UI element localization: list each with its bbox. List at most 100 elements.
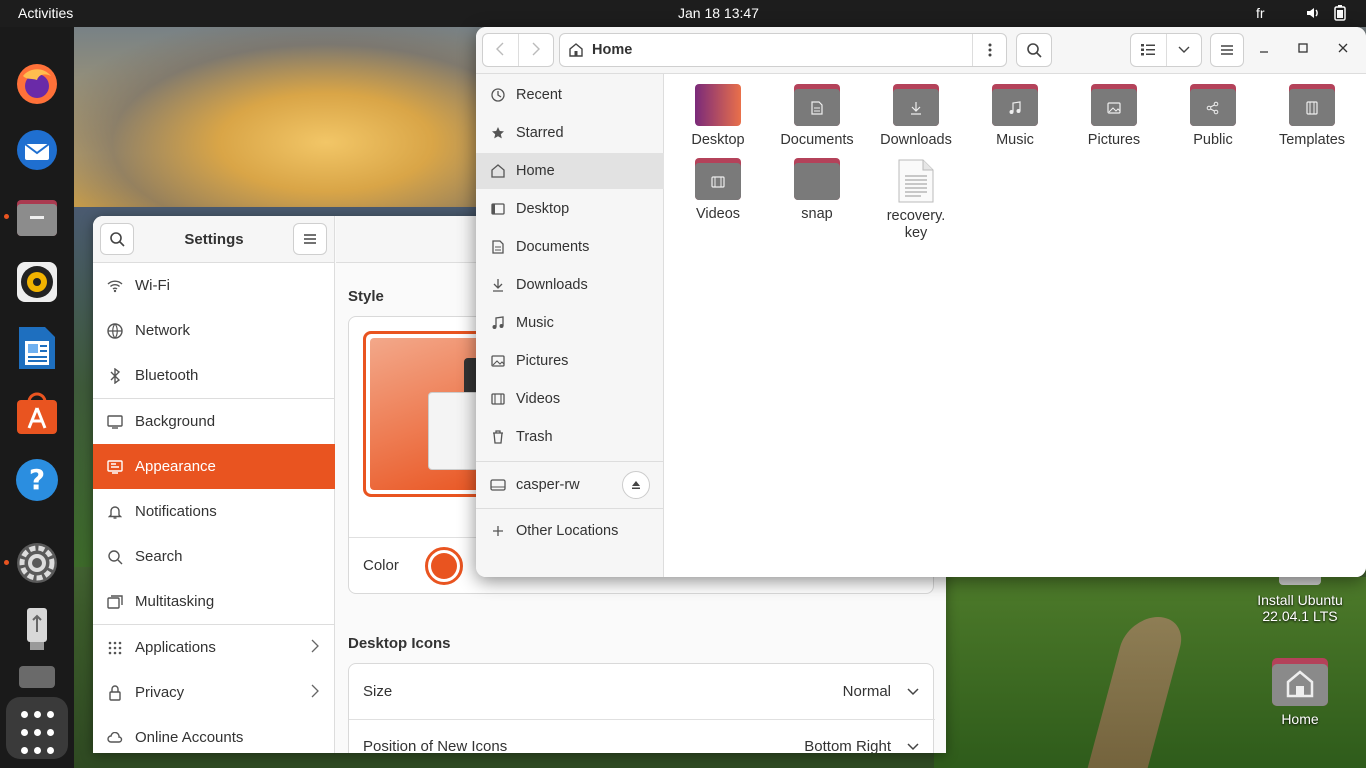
sidebar-item-multitasking[interactable]: Multitasking (93, 579, 335, 624)
clock[interactable]: Jan 18 13:47 (678, 5, 759, 21)
folder-icon (794, 158, 840, 200)
files-menu-button[interactable] (1210, 33, 1244, 67)
video-icon (490, 392, 506, 406)
settings-icon[interactable] (13, 539, 61, 587)
sidebar-item-other-locations[interactable]: Other Locations (476, 513, 664, 549)
folder-item-snap[interactable]: snap (769, 158, 865, 222)
chevron-down-icon (907, 743, 919, 751)
rhythmbox-icon[interactable] (13, 258, 61, 306)
wallpaper-clouds (74, 27, 494, 237)
sidebar-item-downloads[interactable]: Downloads (476, 267, 664, 303)
star-icon (490, 126, 506, 140)
sidebar-item-label: Pictures (516, 353, 569, 369)
activities-button[interactable]: Activities (18, 5, 73, 21)
help-icon[interactable]: ? (13, 456, 61, 504)
volume-icon[interactable] (1305, 5, 1321, 24)
size-row[interactable]: Size Normal (349, 664, 935, 719)
sidebar-item-network[interactable]: Network (93, 308, 335, 353)
files-icon[interactable] (13, 192, 61, 240)
public-folder-icon (1190, 84, 1236, 126)
close-button[interactable] (1337, 41, 1349, 58)
sidebar-item-appearance[interactable]: Appearance (93, 444, 335, 489)
sidebar-item-online-accounts[interactable]: Online Accounts (93, 715, 335, 753)
sidebar-item-casper-rw[interactable]: casper-rw (476, 466, 664, 504)
view-options-button[interactable] (1166, 46, 1201, 54)
sidebar-item-label: Documents (516, 239, 590, 255)
folder-item-videos[interactable]: Videos (670, 158, 766, 222)
firefox-icon[interactable] (13, 60, 61, 108)
folder-item-desktop[interactable]: Desktop (670, 84, 766, 148)
top-bar: Activities Jan 18 13:47 fr (0, 0, 1366, 27)
sidebar-item-pictures[interactable]: Pictures (476, 343, 664, 379)
minimize-button[interactable] (1258, 41, 1270, 58)
multitasking-icon (107, 594, 123, 609)
desktop-icon (490, 202, 506, 216)
list-view-button[interactable] (1131, 44, 1166, 56)
sidebar-item-recent[interactable]: Recent (476, 77, 664, 113)
sidebar-item-applications[interactable]: Applications (93, 625, 335, 670)
file-label: recovery. key (868, 208, 964, 242)
apps-icon (107, 641, 123, 655)
folder-item-music[interactable]: Music (967, 84, 1063, 148)
sidebar-item-notifications[interactable]: Notifications (93, 489, 335, 534)
sidebar-item-music[interactable]: Music (476, 305, 664, 341)
accent-orange-option[interactable] (425, 547, 463, 585)
sidebar-item-label: Background (135, 413, 216, 430)
sidebar-item-label: Starred (516, 125, 564, 141)
folder-item-downloads[interactable]: Downloads (868, 84, 964, 148)
position-row[interactable]: Position of New Icons Bottom Right (349, 720, 935, 753)
sidebar-item-bluetooth[interactable]: Bluetooth (93, 353, 335, 398)
eject-icon (632, 481, 640, 489)
sidebar-item-privacy[interactable]: Privacy (93, 670, 335, 715)
thunderbird-icon[interactable] (13, 126, 61, 174)
drive-icon[interactable] (13, 662, 61, 692)
folder-label: Public (1193, 132, 1233, 148)
sidebar-item-trash[interactable]: Trash (476, 419, 664, 455)
install-ubuntu-label-line2: 22.04.1 LTS (1262, 608, 1338, 624)
sidebar-item-background[interactable]: Background (93, 399, 335, 444)
path-menu-button[interactable] (972, 34, 1006, 66)
settings-sidebar-header: Settings (93, 216, 334, 263)
maximize-button[interactable] (1297, 41, 1309, 58)
sidebar-item-desktop[interactable]: Desktop (476, 191, 664, 227)
nav-buttons (482, 33, 554, 67)
battery-icon[interactable] (1334, 5, 1346, 24)
forward-button[interactable] (518, 42, 553, 59)
music-icon (490, 316, 506, 330)
background-icon (107, 414, 123, 429)
settings-menu-button[interactable] (293, 223, 327, 255)
position-value: Bottom Right (804, 738, 891, 753)
usb-drive-icon[interactable] (13, 605, 61, 653)
home-desktop-icon[interactable]: Home (1256, 656, 1344, 727)
software-icon[interactable] (13, 390, 61, 438)
wifi-icon (107, 279, 123, 293)
show-applications-button[interactable] (6, 697, 68, 759)
folder-item-documents[interactable]: Documents (769, 84, 865, 148)
chevron-right-icon (311, 684, 319, 702)
documents-folder-icon (794, 84, 840, 126)
path-bar[interactable]: Home (559, 33, 1007, 67)
search-icon (1027, 43, 1042, 58)
dock: ? (0, 27, 74, 768)
folder-item-public[interactable]: Public (1165, 84, 1261, 148)
accent-swatch (431, 553, 457, 579)
sidebar-item-videos[interactable]: Videos (476, 381, 664, 417)
back-button[interactable] (483, 42, 518, 59)
folder-item-pictures[interactable]: Pictures (1066, 84, 1162, 148)
sidebar-item-home[interactable]: Home (476, 153, 664, 189)
sidebar-item-documents[interactable]: Documents (476, 229, 664, 265)
folder-item-templates[interactable]: Templates (1264, 84, 1360, 148)
sidebar-item-label: Applications (135, 639, 216, 656)
sidebar-item-starred[interactable]: Starred (476, 115, 664, 151)
home-label: Home (1281, 711, 1319, 727)
file-item-recovery-key[interactable]: recovery. key (868, 158, 964, 242)
writer-icon[interactable] (13, 324, 61, 372)
cloud-icon (107, 731, 123, 744)
sidebar-item-wifi[interactable]: Wi-Fi (93, 263, 335, 308)
sidebar-item-label: Network (135, 322, 191, 339)
eject-button[interactable] (622, 471, 650, 499)
language-indicator[interactable]: fr (1256, 5, 1265, 21)
sidebar-item-search[interactable]: Search (93, 534, 335, 579)
sidebar-item-label: Trash (516, 429, 553, 445)
files-search-button[interactable] (1016, 33, 1052, 67)
